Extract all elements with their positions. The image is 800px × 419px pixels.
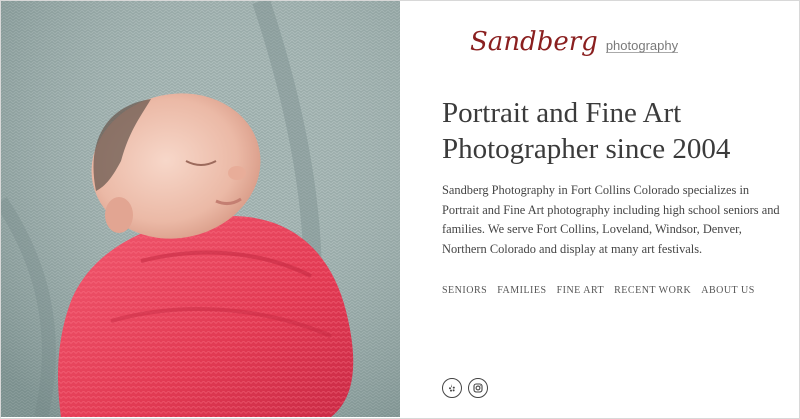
yelp-button[interactable] [442, 378, 462, 398]
nav-item-families[interactable]: FAMILIES [497, 285, 546, 296]
nav-item-fine-art[interactable]: FINE ART [557, 285, 605, 296]
instagram-button[interactable] [468, 378, 488, 398]
hero-photo [1, 1, 400, 417]
instagram-icon [473, 383, 483, 393]
nav-item-seniors[interactable]: SENIORS [442, 285, 487, 296]
content-panel: Sandberg photography Portrait and Fine A… [400, 1, 799, 417]
main-nav: SENIORS FAMILIES FINE ART RECENT WORK AB… [442, 285, 755, 296]
logo-script-text: Sandberg [470, 27, 598, 57]
logo-sub-text: photography [605, 38, 679, 53]
intro-paragraph: Sandberg Photography in Fort Collins Col… [442, 183, 780, 256]
yelp-icon [449, 384, 455, 392]
social-links [442, 378, 488, 398]
nav-item-about-us[interactable]: ABOUT US [701, 285, 755, 296]
page-headline: Portrait and Fine Art Photographer since… [442, 97, 731, 165]
nav-item-recent-work[interactable]: RECENT WORK [614, 285, 691, 296]
brand-logo[interactable]: Sandberg photography [470, 27, 679, 67]
